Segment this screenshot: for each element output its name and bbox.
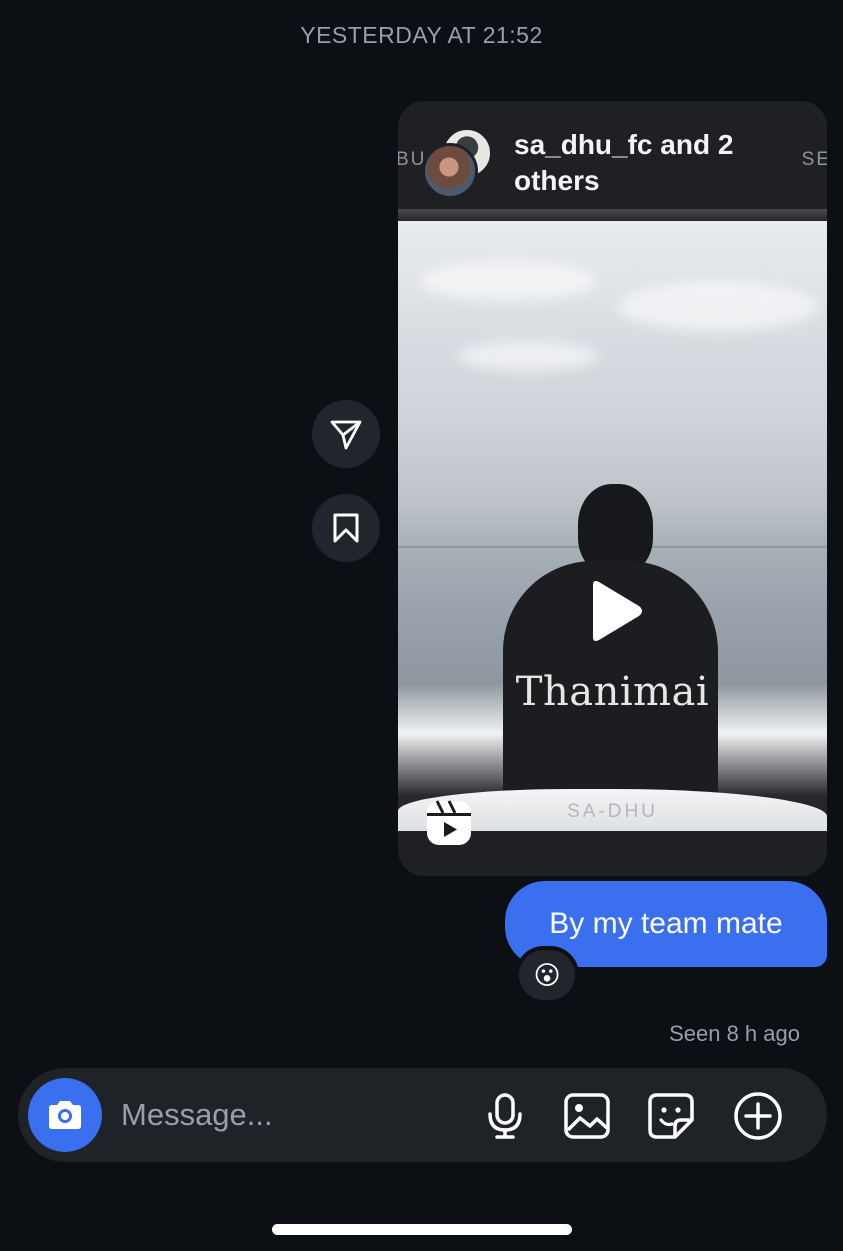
plus-icon [734, 1092, 782, 1140]
camera-button[interactable] [28, 1078, 102, 1152]
seen-status: Seen 8 h ago [669, 1021, 800, 1046]
share-button[interactable] [312, 400, 380, 468]
timestamp: YESTERDAY AT 21:52 [300, 22, 543, 48]
reel-edge-text-right: SE [801, 149, 827, 170]
owner-avatar[interactable] [422, 143, 478, 199]
play-icon[interactable] [585, 579, 645, 643]
message-composer [18, 1068, 827, 1162]
save-button[interactable] [312, 494, 380, 562]
add-button[interactable] [732, 1090, 784, 1142]
message-input[interactable] [121, 1090, 451, 1140]
gallery-icon [564, 1093, 610, 1139]
reel-caption: Thanimai [515, 669, 710, 715]
gallery-button[interactable] [561, 1090, 613, 1142]
microphone-icon [488, 1093, 522, 1139]
shared-reel-card[interactable]: BU SE sa_dhu_fc and 2 others Thanimai SA… [398, 101, 827, 876]
reel-header: BU SE sa_dhu_fc and 2 others [398, 101, 827, 213]
home-indicator[interactable] [272, 1224, 572, 1235]
paper-plane-icon [330, 420, 362, 450]
bookmark-icon [333, 513, 359, 543]
header-divider [398, 209, 827, 221]
sticker-icon [648, 1093, 694, 1139]
reel-owner-name[interactable]: sa_dhu_fc and 2 others [514, 127, 774, 199]
microphone-button[interactable] [479, 1090, 531, 1142]
reaction-emoji[interactable]: 😮 [515, 946, 579, 1004]
sticker-button[interactable] [645, 1090, 697, 1142]
reel-thumbnail[interactable]: Thanimai [398, 221, 827, 876]
camera-icon [49, 1101, 81, 1129]
reels-icon [427, 800, 471, 845]
